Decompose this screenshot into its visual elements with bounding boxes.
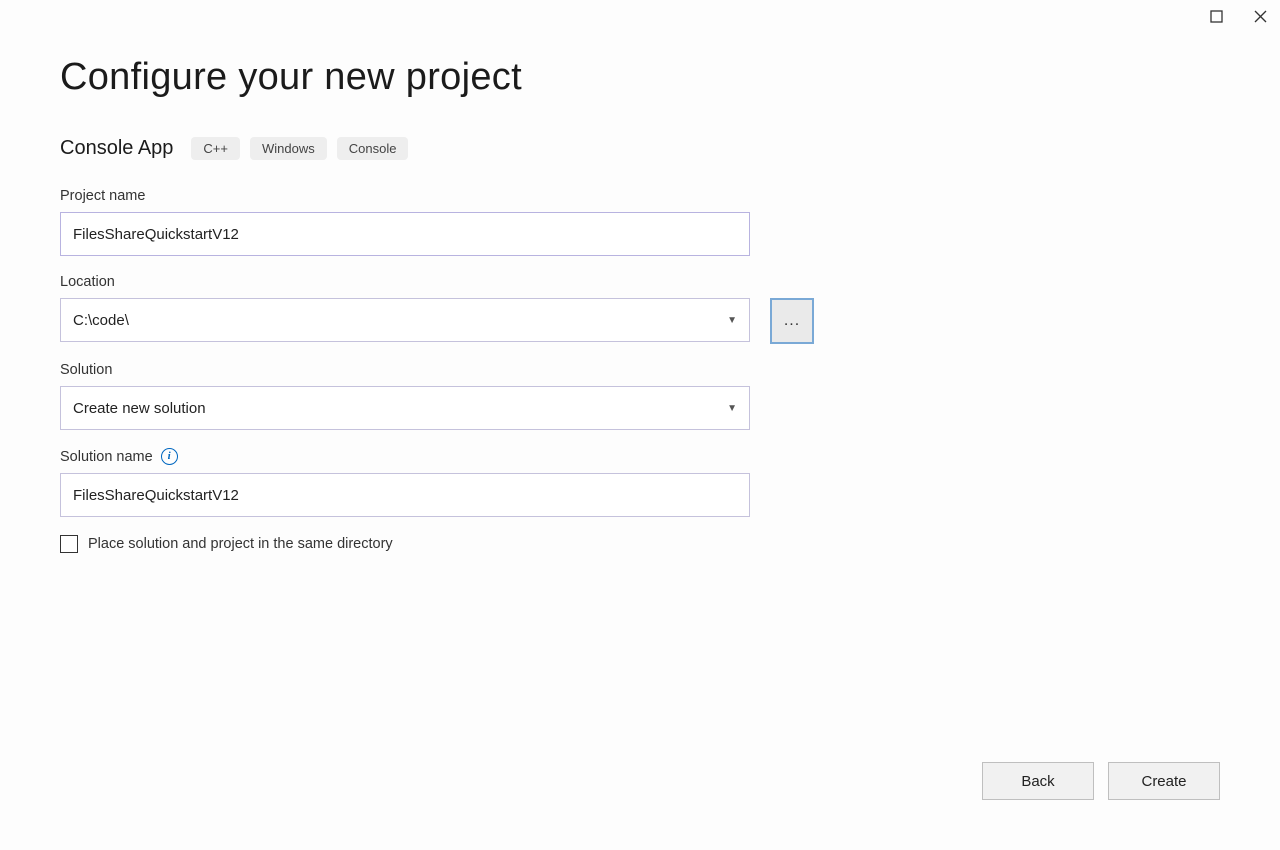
- create-label: Create: [1141, 773, 1186, 790]
- location-value: C:\code\: [73, 312, 129, 329]
- solution-name-label: Solution name: [60, 449, 153, 465]
- close-icon: [1254, 10, 1267, 23]
- page-title: Configure your new project: [60, 56, 1220, 99]
- tag-cpp: C++: [191, 137, 240, 160]
- create-button[interactable]: Create: [1108, 762, 1220, 800]
- back-button[interactable]: Back: [982, 762, 1094, 800]
- same-directory-checkbox[interactable]: [60, 535, 78, 553]
- solution-value: Create new solution: [73, 400, 206, 417]
- project-name-input[interactable]: [60, 212, 750, 256]
- tag-windows: Windows: [250, 137, 327, 160]
- chevron-down-icon: ▼: [727, 403, 737, 414]
- info-icon[interactable]: i: [161, 448, 178, 465]
- same-directory-label: Place solution and project in the same d…: [88, 536, 393, 552]
- close-button[interactable]: [1252, 8, 1268, 24]
- maximize-button[interactable]: [1208, 8, 1224, 24]
- maximize-icon: [1210, 10, 1223, 23]
- back-label: Back: [1021, 773, 1054, 790]
- solution-combo[interactable]: Create new solution ▼: [60, 386, 750, 430]
- location-combo[interactable]: C:\code\ ▼: [60, 298, 750, 342]
- chevron-down-icon: ▼: [727, 315, 737, 326]
- browse-label: ...: [784, 312, 800, 330]
- solution-label: Solution: [60, 362, 1220, 378]
- project-name-label: Project name: [60, 188, 1220, 204]
- solution-name-input[interactable]: [60, 473, 750, 517]
- location-label: Location: [60, 274, 1220, 290]
- tag-console: Console: [337, 137, 409, 160]
- project-type-subtitle: Console App: [60, 137, 173, 160]
- browse-location-button[interactable]: ...: [770, 298, 814, 344]
